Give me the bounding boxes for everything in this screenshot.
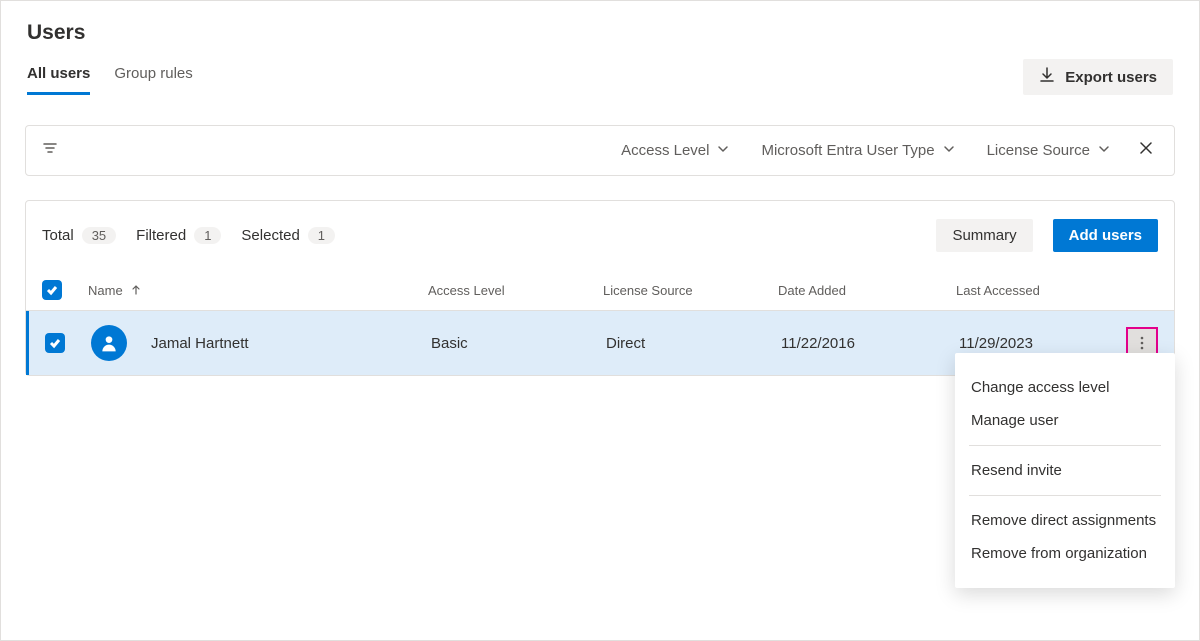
chevron-down-icon (943, 142, 955, 159)
filter-license-source[interactable]: License Source (979, 138, 1118, 163)
menu-manage-user[interactable]: Manage user (969, 404, 1161, 437)
menu-resend-invite[interactable]: Resend invite (969, 454, 1161, 487)
column-date-added[interactable]: Date Added (778, 283, 956, 298)
menu-remove-direct[interactable]: Remove direct assignments (969, 504, 1161, 537)
stat-filtered-label: Filtered (136, 227, 186, 244)
chevron-down-icon (1098, 142, 1110, 159)
column-last-accessed[interactable]: Last Accessed (956, 283, 1108, 298)
close-icon[interactable] (1134, 136, 1158, 165)
page-title: Users (27, 21, 1173, 45)
column-name[interactable]: Name (88, 283, 428, 298)
stat-total-count: 35 (82, 227, 116, 244)
row-name: Jamal Hartnett (151, 335, 249, 352)
sort-ascending-icon (131, 283, 141, 298)
filter-bar: Access Level Microsoft Entra User Type L… (25, 125, 1175, 176)
tabs: All users Group rules (27, 65, 193, 95)
summary-button[interactable]: Summary (936, 219, 1032, 252)
stat-selected-count: 1 (308, 227, 335, 244)
context-menu: Change access level Manage user Resend i… (955, 353, 1175, 588)
chevron-down-icon (717, 142, 729, 159)
users-card: Total 35 Filtered 1 Selected 1 Summary A… (25, 200, 1175, 376)
filter-user-type[interactable]: Microsoft Entra User Type (753, 138, 962, 163)
column-name-label: Name (88, 283, 123, 298)
column-access-level[interactable]: Access Level (428, 283, 603, 298)
add-users-button[interactable]: Add users (1053, 219, 1158, 252)
row-checkbox[interactable] (45, 333, 65, 353)
menu-change-access[interactable]: Change access level (969, 371, 1161, 404)
stats-row: Total 35 Filtered 1 Selected 1 Summary A… (26, 201, 1174, 270)
stat-selected: Selected 1 (241, 227, 335, 244)
table-header: Name Access Level License Source Date Ad… (26, 270, 1174, 311)
export-users-button[interactable]: Export users (1023, 59, 1173, 95)
filter-access-level[interactable]: Access Level (613, 138, 737, 163)
stat-selected-label: Selected (241, 227, 299, 244)
stat-filtered: Filtered 1 (136, 227, 221, 244)
filter-icon[interactable] (42, 140, 58, 161)
row-license-source: Direct (606, 335, 781, 352)
stat-total: Total 35 (42, 227, 116, 244)
select-all-checkbox[interactable] (42, 280, 62, 300)
row-last-accessed: 11/29/2023 (959, 335, 1108, 352)
tab-group-rules[interactable]: Group rules (114, 65, 192, 95)
export-label: Export users (1065, 69, 1157, 86)
row-access-level: Basic (431, 335, 606, 352)
filter-license-source-label: License Source (987, 142, 1090, 159)
avatar (91, 325, 127, 361)
menu-remove-org[interactable]: Remove from organization (969, 537, 1161, 570)
column-license-source[interactable]: License Source (603, 283, 778, 298)
filter-user-type-label: Microsoft Entra User Type (761, 142, 934, 159)
filter-access-level-label: Access Level (621, 142, 709, 159)
download-icon (1039, 67, 1055, 87)
tab-all-users[interactable]: All users (27, 65, 90, 95)
stat-total-label: Total (42, 227, 74, 244)
row-date-added: 11/22/2016 (781, 335, 959, 352)
stat-filtered-count: 1 (194, 227, 221, 244)
